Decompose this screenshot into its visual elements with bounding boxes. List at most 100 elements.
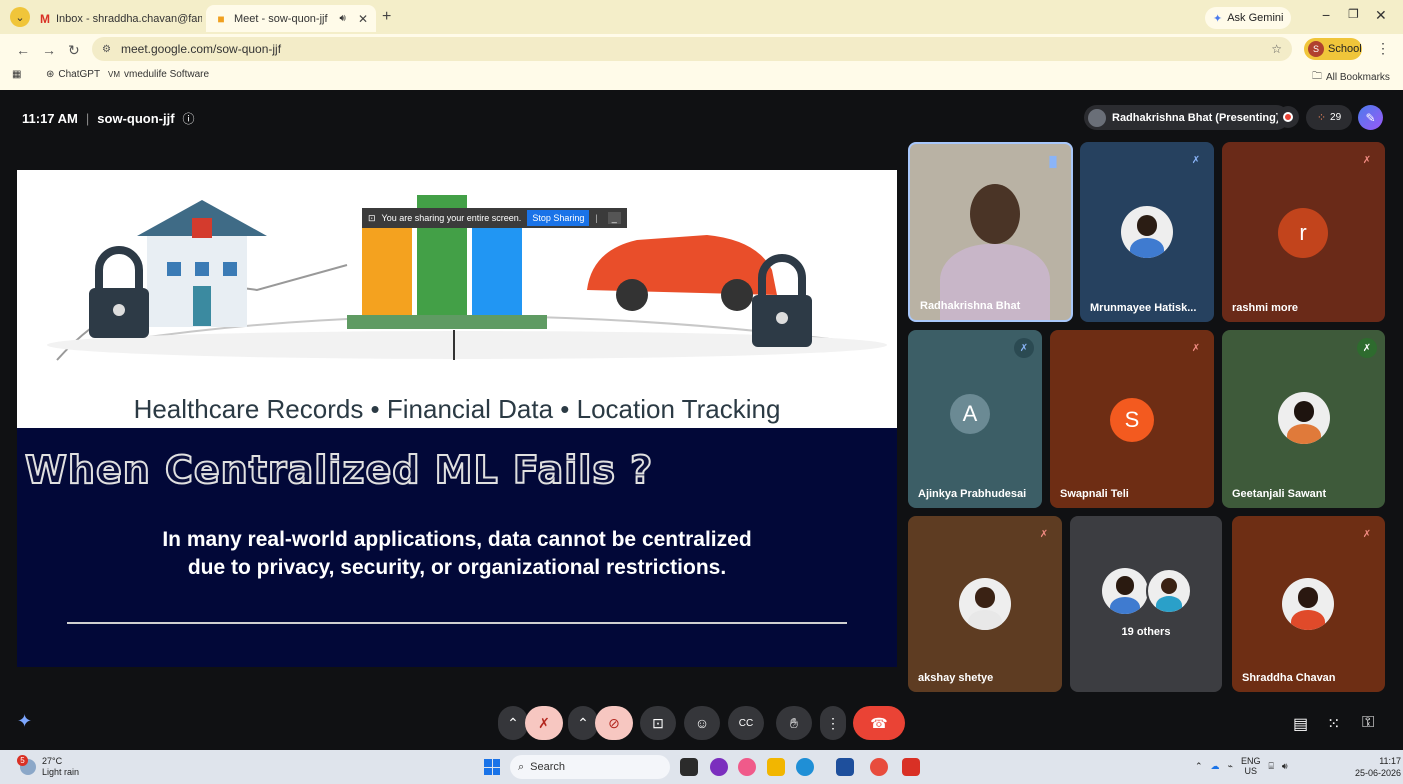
participant-tile[interactable]: ✗ Geetanjali Sawant <box>1222 330 1385 508</box>
emoji-reaction-button[interactable]: ☺ <box>684 706 720 740</box>
show-hidden-icons-chevron-icon[interactable]: ⌃ <box>1195 761 1203 772</box>
minimize-icon[interactable]: − <box>1322 7 1330 23</box>
slide-title: When Centralized ML Fails ? <box>24 447 654 493</box>
reload-icon[interactable]: ↻ <box>68 42 80 59</box>
camera-toggle-button[interactable]: ⊘ <box>595 706 633 740</box>
edge-icon[interactable] <box>796 758 814 776</box>
slide-body: In many real-world applications, data ca… <box>162 528 752 579</box>
forward-icon[interactable]: → <box>42 42 56 58</box>
windows-start-icon[interactable] <box>484 759 500 775</box>
chat-icon[interactable]: ▤ <box>1293 714 1308 734</box>
meeting-info: 11:17 AM | sow-quon-jjf ⓘ <box>22 110 195 127</box>
participant-name: akshay shetye <box>918 672 994 684</box>
volume-icon[interactable]: 🔊︎ <box>1282 761 1288 772</box>
hide-notice-button[interactable]: _ <box>607 212 621 224</box>
browser-chrome: ⌄ M Inbox - shraddha.chavan@famt ✕ ■ Mee… <box>0 0 1403 90</box>
tab-title: Meet - sow-quon-jjf <box>234 12 328 25</box>
menu-kebab-icon[interactable]: ⋮ <box>1376 40 1390 57</box>
participant-tile[interactable]: ✗ Mrunmayee Hatisk... <box>1080 142 1214 322</box>
participant-tile[interactable]: S ✗ Swapnali Teli <box>1050 330 1214 508</box>
tab-strip: ⌄ M Inbox - shraddha.chavan@famt ✕ ■ Mee… <box>0 0 1403 34</box>
store-icon[interactable] <box>836 758 854 776</box>
avatar: r <box>1278 208 1328 258</box>
mic-off-icon: ✗ <box>1191 342 1201 354</box>
apps-grid-icon[interactable]: ▦ <box>12 69 21 80</box>
participant-name: Swapnali Teli <box>1060 488 1129 500</box>
tab-meet[interactable]: ■ Meet - sow-quon-jjf 🔊︎ ✕ <box>206 5 376 32</box>
participants-button[interactable]: ⁘ 29 <box>1306 105 1352 130</box>
taskbar-search[interactable]: ⌕ Search <box>510 755 670 779</box>
raise-hand-button[interactable]: ✋︎ <box>776 706 812 740</box>
captions-button[interactable]: CC <box>728 706 764 740</box>
clock-time: 11:17 <box>1379 756 1402 766</box>
clock[interactable]: 11:17 25-06-2026 <box>1355 755 1401 779</box>
screen-share-notice: ⊡ You are sharing your entire screen. St… <box>362 208 627 228</box>
others-tile[interactable]: 19 others <box>1070 516 1222 692</box>
task-view-icon[interactable] <box>680 758 698 776</box>
profile-button[interactable]: S School <box>1304 38 1362 60</box>
stop-sharing-button[interactable]: Stop Sharing <box>527 210 590 226</box>
audio-icon[interactable]: 🔊︎ <box>340 13 346 24</box>
avatar <box>1278 392 1330 444</box>
lang-bottom: US <box>1244 766 1257 776</box>
participant-tile[interactable]: r ✗ rashmi more <box>1222 142 1385 322</box>
network-tray-icon[interactable]: ⌁ <box>1228 761 1233 772</box>
bookmark-vmedulife[interactable]: VM vmedulife Software <box>108 69 209 80</box>
tab-inbox[interactable]: M Inbox - shraddha.chavan@famt ✕ <box>32 5 202 32</box>
participant-tile[interactable]: ▐▌ Radhakrishna Bhat <box>908 142 1073 322</box>
screen-icon: ⊡ <box>368 212 376 223</box>
participant-tile[interactable]: ✗ akshay shetye <box>908 516 1062 692</box>
gemini-notes-button[interactable]: ✎ <box>1358 105 1383 130</box>
avatar: A <box>950 394 990 434</box>
vmedulife-icon: VM <box>108 70 120 79</box>
gemini-sparkle-icon[interactable]: ✦ <box>17 711 32 732</box>
share-notice-text: You are sharing your entire screen. <box>381 213 522 223</box>
window-close-icon[interactable]: ✕ <box>1375 7 1387 24</box>
chrome-icon[interactable] <box>870 758 888 776</box>
weather-desc: Light rain <box>42 767 80 777</box>
site-info-icon[interactable]: ⚙ <box>102 44 111 55</box>
present-screen-button[interactable]: ⊡ <box>640 706 676 740</box>
participant-name: Ajinkya Prabhudesai <box>918 488 1027 500</box>
avatar <box>1146 568 1192 614</box>
presenter-chip[interactable]: Radhakrishna Bhat (Presenting) <box>1084 105 1290 130</box>
back-icon[interactable]: ← <box>16 42 30 58</box>
host-controls-icon[interactable]: ⚿ <box>1362 714 1374 732</box>
copilot-icon[interactable] <box>710 758 728 776</box>
bookmark-star-icon[interactable]: ☆ <box>1271 42 1282 56</box>
participant-name: Radhakrishna Bhat <box>920 300 1021 312</box>
all-bookmarks[interactable]: 🗀 All Bookmarks <box>1312 69 1390 86</box>
weather-temp: 27°C <box>42 756 63 766</box>
mic-off-icon: ✗ <box>1014 338 1034 358</box>
ask-gemini-button[interactable]: ✦ Ask Gemini <box>1205 7 1292 29</box>
mic-off-icon: ✗ <box>1357 338 1377 358</box>
restore-icon[interactable]: ❐ <box>1348 7 1359 21</box>
mic-toggle-button[interactable]: ✗ <box>525 706 563 740</box>
onedrive-icon[interactable]: ☁ <box>1211 761 1220 772</box>
bookmark-chatgpt[interactable]: ⊛ ChatGPT <box>46 69 100 80</box>
info-icon[interactable]: ⓘ <box>183 110 195 127</box>
file-explorer-icon[interactable] <box>767 758 785 776</box>
photos-icon[interactable] <box>738 758 756 776</box>
recording-icon[interactable] <box>1277 106 1299 128</box>
participant-tile[interactable]: ✗ Shraddha Chavan <box>1232 516 1385 692</box>
avatar <box>1102 568 1148 614</box>
wps-office-icon[interactable] <box>902 758 920 776</box>
slide-subtitle: Healthcare Records • Financial Data • Lo… <box>133 394 781 424</box>
address-bar[interactable]: ⚙ meet.google.com/sow-quon-jjf ☆ <box>92 37 1292 61</box>
new-tab-button[interactable]: + <box>382 8 391 26</box>
more-options-icon[interactable]: ⋮ <box>820 706 846 740</box>
language-indicator[interactable]: ENG US <box>1241 756 1261 776</box>
weather-widget[interactable]: 5 27°C Light rain <box>17 755 80 778</box>
mic-options-chevron-icon[interactable]: ⌃ <box>498 706 528 740</box>
activities-icon[interactable]: ⁙ <box>1327 714 1340 734</box>
participant-tile[interactable]: A ✗ Ajinkya Prabhudesai <box>908 330 1042 508</box>
others-label: 19 others <box>1121 626 1171 638</box>
tab-search-icon[interactable]: ⌄ <box>10 7 30 27</box>
leave-call-button[interactable]: ☎ <box>853 706 905 740</box>
close-icon[interactable]: ✕ <box>358 12 368 26</box>
participant-name: rashmi more <box>1232 302 1299 314</box>
windows-taskbar: 5 27°C Light rain ⌕ Search ⌃ ☁ ⌁ ENG US … <box>0 750 1403 784</box>
wifi-icon[interactable]: ⌸ <box>1268 761 1273 772</box>
camera-options-chevron-icon[interactable]: ⌃ <box>568 706 598 740</box>
